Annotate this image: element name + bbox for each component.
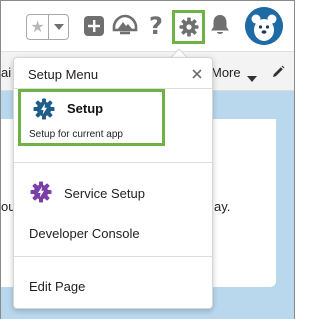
user-avatar[interactable]: [245, 7, 283, 45]
trailhead-button[interactable]: [112, 14, 138, 38]
close-icon: [192, 69, 202, 79]
global-actions-button[interactable]: [83, 15, 105, 37]
setup-gear-button[interactable]: [172, 10, 205, 44]
favorites-star-button[interactable]: ★: [27, 15, 49, 39]
developer-console-menu-item[interactable]: Developer Console: [29, 226, 140, 241]
favorites-list-button[interactable]: [49, 15, 68, 39]
setup-subtitle: Setup for current app: [29, 129, 123, 140]
star-icon: ★: [30, 19, 45, 36]
setup-gear-icon: [33, 98, 55, 120]
setup-menu: Setup Menu Setup Setup for current app S…: [13, 57, 213, 309]
gear-icon: [179, 17, 198, 37]
menu-title: Setup Menu: [28, 67, 99, 82]
nav-tab-partial[interactable]: ai: [1, 65, 11, 80]
help-icon: ?: [149, 12, 163, 40]
global-header: ★ ?: [1, 1, 294, 51]
menu-divider: [14, 162, 212, 163]
pencil-icon: [273, 65, 285, 77]
astro-avatar-icon: [245, 7, 283, 45]
edit-nav-button[interactable]: [271, 65, 285, 84]
more-tabs-label[interactable]: More: [211, 65, 241, 80]
trailhead-mountain-icon: [112, 14, 138, 35]
page-text-fragment-right: ay.: [214, 199, 231, 214]
service-setup-gear-icon[interactable]: [30, 181, 52, 203]
caret-down-icon: [247, 76, 257, 82]
menu-divider: [14, 256, 212, 257]
setup-label: Setup: [67, 101, 104, 116]
more-tabs-caret[interactable]: [247, 69, 257, 87]
favorites-group: ★: [26, 14, 69, 40]
edit-page-menu-item[interactable]: Edit Page: [29, 279, 85, 294]
help-button[interactable]: ?: [146, 13, 166, 39]
notifications-button[interactable]: [210, 14, 230, 36]
close-menu-button[interactable]: [190, 67, 204, 81]
caret-down-icon: [53, 24, 64, 30]
service-setup-menu-item[interactable]: Service Setup: [64, 186, 145, 201]
setup-menu-item[interactable]: Setup Setup for current app: [18, 89, 165, 146]
plus-square-icon: [84, 16, 104, 36]
bell-icon: [211, 15, 229, 34]
